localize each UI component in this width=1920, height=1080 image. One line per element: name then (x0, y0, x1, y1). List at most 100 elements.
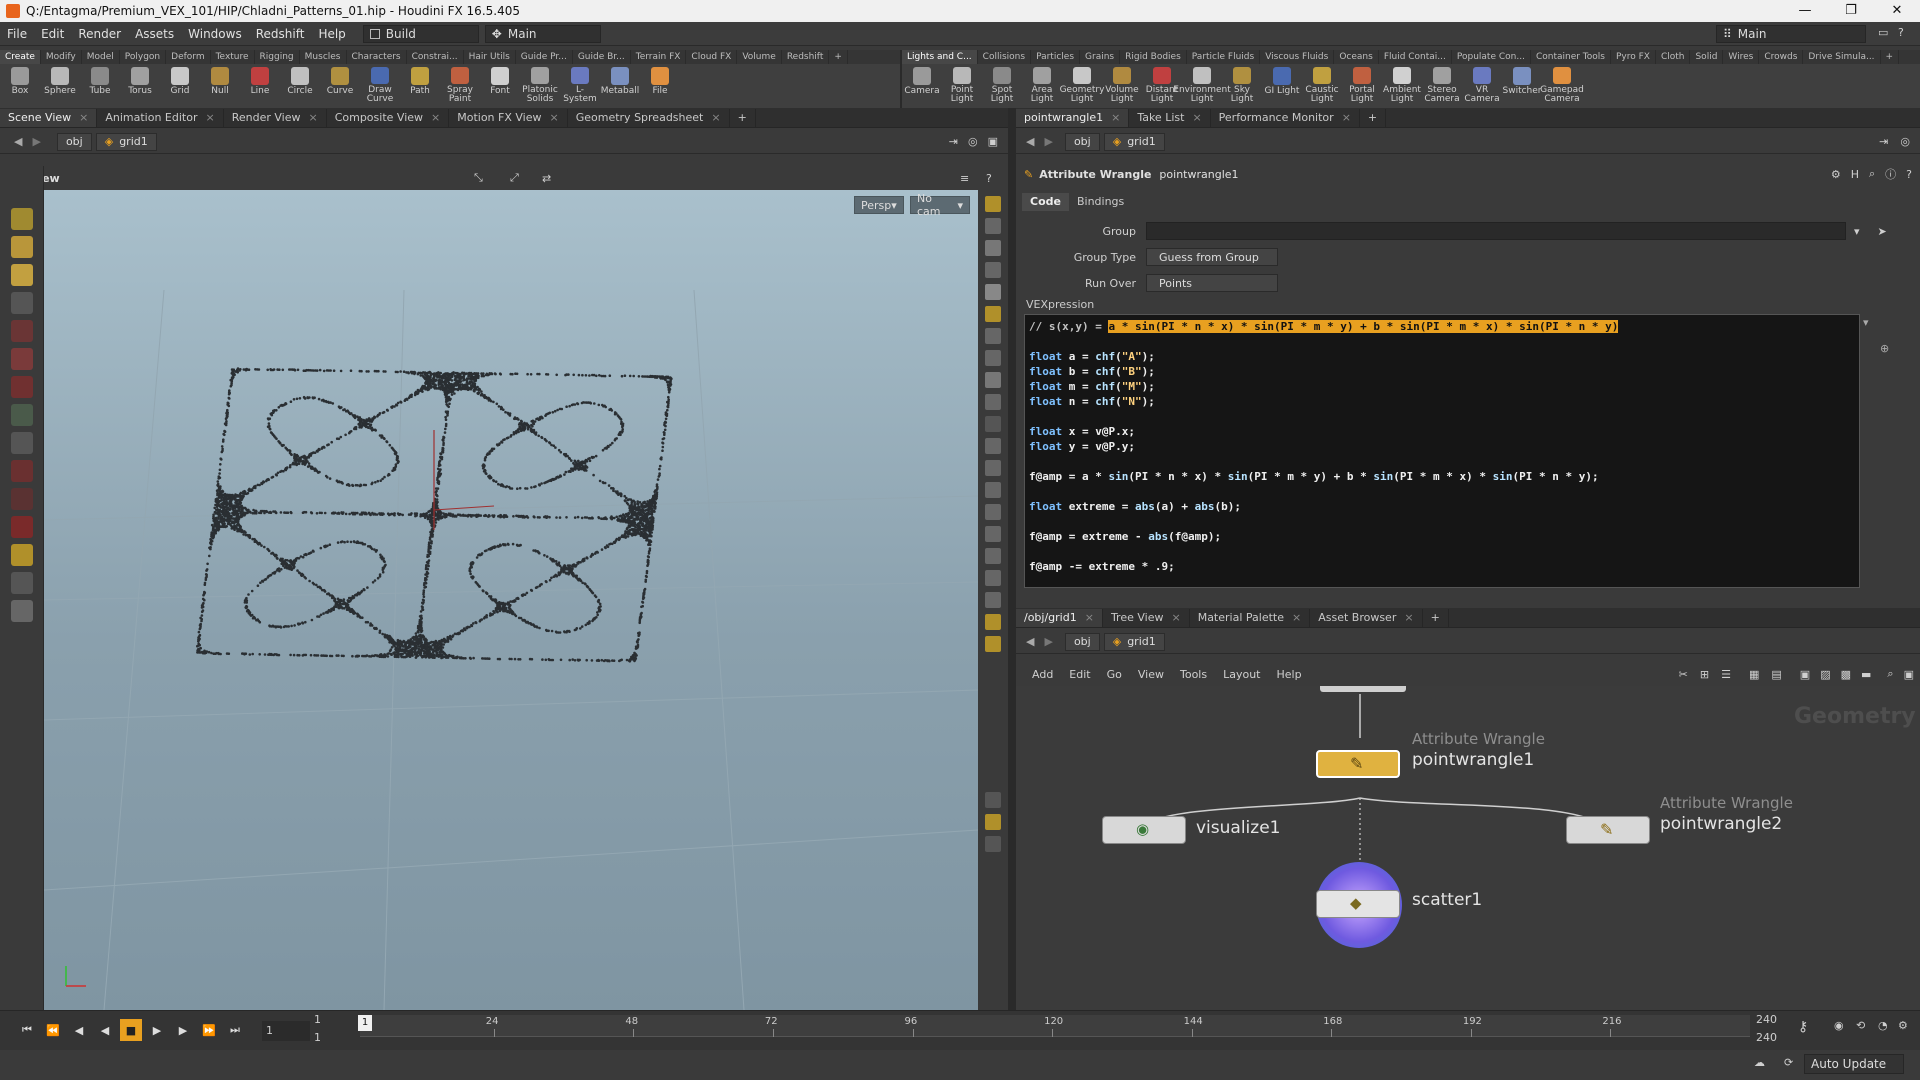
left-shelf-tool[interactable]: Circle (280, 64, 320, 104)
snap-tool-icon[interactable] (11, 488, 33, 510)
map-icon[interactable] (985, 636, 1001, 652)
magnet-tool-icon[interactable] (11, 460, 33, 482)
left-shelf-tab[interactable]: Rigging (255, 50, 300, 64)
box-icon[interactable] (985, 570, 1001, 586)
code-menu-icon[interactable]: ▾ (1863, 316, 1879, 332)
forward-arrow-icon[interactable]: ▶ (32, 135, 40, 148)
right-shelf-tab[interactable]: Oceans (1334, 50, 1379, 64)
info-icon[interactable] (985, 792, 1001, 808)
right-shelf-tool[interactable]: Gamepad Camera (1540, 64, 1584, 104)
left-add-shelf-button[interactable]: + (829, 50, 848, 64)
right-shelf-tab[interactable]: Collisions (978, 50, 1032, 64)
add-tab-button[interactable]: + (730, 109, 756, 127)
menu-edit[interactable]: Edit (34, 22, 71, 46)
left-shelf-tab[interactable]: Hair Utils (464, 50, 516, 64)
path-obj[interactable]: obj (1064, 132, 1100, 151)
left-shelf-tab[interactable]: Guide Pr... (516, 50, 573, 64)
left-shelf-tool[interactable]: L-System (560, 64, 600, 104)
group-dropdown-icon[interactable]: ▾ (1854, 225, 1860, 238)
left-shelf-tool[interactable]: Path (400, 64, 440, 104)
play-button[interactable]: ▶ (146, 1019, 168, 1041)
menu-go[interactable]: Go (1107, 668, 1122, 681)
tab-material-palette[interactable]: Material Palette × (1190, 609, 1311, 627)
back-arrow-icon[interactable]: ◀ (1026, 135, 1034, 148)
camera-tool-icon[interactable] (11, 600, 33, 622)
right-shelf-tab[interactable]: Cloth (1656, 50, 1691, 64)
left-shelf-tab[interactable]: Polygon (120, 50, 167, 64)
left-shelf-tool[interactable]: Sphere (40, 64, 80, 104)
left-shelf-tool[interactable]: Font (480, 64, 520, 104)
hda-icon[interactable]: H (1851, 168, 1859, 181)
right-shelf-tab[interactable]: Pyro FX (1611, 50, 1656, 64)
left-shelf-tab[interactable]: Deform (166, 50, 211, 64)
right-shelf-tool[interactable]: Ambient Light (1382, 64, 1422, 104)
realtime-icon[interactable]: ⟲ (1856, 1019, 1865, 1032)
left-shelf-tool[interactable]: File (640, 64, 680, 104)
right-shelf-tool[interactable]: Spot Light (982, 64, 1022, 104)
display-lights-icon[interactable] (985, 196, 1001, 212)
note-icon[interactable]: ▨ (1820, 668, 1830, 681)
desktop-build-select[interactable]: Build (362, 24, 479, 43)
perspective-select[interactable]: Persp ▾ (854, 196, 904, 214)
ghost-icon[interactable] (985, 218, 1001, 234)
add-spare-parm-icon[interactable]: ⊕ (1880, 342, 1896, 358)
pane-link-icon[interactable]: ▭ (1878, 26, 1888, 39)
grid-toggle-icon[interactable] (985, 548, 1001, 564)
tab-bindings[interactable]: Bindings (1069, 193, 1132, 211)
node-name-field[interactable]: pointwrangle1 (1159, 168, 1238, 181)
timeline-track[interactable]: 24 48 72 96 120 144 168 192 216 (360, 1015, 1750, 1037)
camera-icon[interactable] (985, 262, 1001, 278)
numbers-icon[interactable] (985, 460, 1001, 476)
menu-assets[interactable]: Assets (128, 22, 181, 46)
path-grid1[interactable]: ◈ grid1 (1103, 132, 1165, 151)
tab-composite-view[interactable]: Composite View × (327, 109, 450, 127)
select-mode-icon[interactable]: ⤢ (510, 171, 519, 185)
close-button[interactable]: ✕ (1874, 0, 1920, 22)
network-editor[interactable]: Geometry ✎ Attribute Wrangle pointwrangl… (1016, 686, 1920, 1010)
link-icon[interactable]: ◎ (968, 135, 978, 148)
select-tool-icon[interactable] (11, 208, 33, 230)
maximize-button[interactable]: ❐ (1828, 0, 1874, 22)
help-icon[interactable]: ? (1898, 26, 1904, 39)
lock-icon[interactable] (985, 240, 1001, 256)
folder-icon[interactable]: ▬ (1861, 668, 1871, 681)
left-shelf-tab[interactable]: Create (0, 50, 41, 64)
node-grid1[interactable] (1320, 686, 1406, 692)
prev-key-button[interactable]: ⏪ (42, 1019, 64, 1041)
add-tab-button[interactable]: + (1423, 609, 1449, 627)
right-shelf-tab[interactable]: Viscous Fluids (1260, 50, 1335, 64)
play-reverse-button[interactable]: ◀ (94, 1019, 116, 1041)
group-type-select[interactable]: Guess from Group (1146, 248, 1278, 266)
step-forward-button[interactable]: ▶ (172, 1019, 194, 1041)
help-icon[interactable]: ? (1906, 168, 1912, 181)
settings-icon[interactable]: ⚙ (1898, 1019, 1908, 1032)
tab-animation-editor[interactable]: Animation Editor × (97, 109, 224, 127)
go-end-button[interactable]: ⏭ (224, 1019, 246, 1041)
left-shelf-tool[interactable]: Platonic Solids (520, 64, 560, 104)
right-shelf-tool[interactable]: Sky Light (1222, 64, 1262, 104)
group-input[interactable] (1146, 222, 1846, 240)
right-shelf-tool[interactable]: GI Light (1262, 64, 1302, 104)
tab-network-grid1[interactable]: /obj/grid1 × (1016, 609, 1103, 627)
right-shelf-tab[interactable]: Fluid Contai... (1379, 50, 1452, 64)
left-shelf-tab[interactable]: Constrai... (407, 50, 464, 64)
right-shelf-tab[interactable]: Crowds (1759, 50, 1804, 64)
path-grid1[interactable]: ◈ grid1 (1103, 632, 1165, 651)
wireframe-icon[interactable] (985, 372, 1001, 388)
right-shelf-tool[interactable]: Portal Light (1342, 64, 1382, 104)
pin-point-icon[interactable] (985, 328, 1001, 344)
tab-geometry-spreadsheet[interactable]: Geometry Spreadsheet × (568, 109, 730, 127)
menu-render[interactable]: Render (71, 22, 128, 46)
path-obj[interactable]: obj (56, 132, 92, 151)
update-mode-icon[interactable]: ⟳ (1784, 1056, 1793, 1069)
left-shelf-tab[interactable]: Texture (211, 50, 255, 64)
right-shelf-tool[interactable]: Environment Light (1173, 64, 1231, 104)
right-add-shelf-button[interactable]: + (1881, 50, 1900, 64)
forward-arrow-icon[interactable]: ▶ (1044, 635, 1052, 648)
add-tab-button[interactable]: + (1360, 109, 1387, 127)
right-shelf-tool[interactable]: VR Camera (1462, 64, 1502, 104)
viewer-help-icon[interactable]: ? (986, 172, 992, 185)
left-shelf-tool[interactable]: Metaball (600, 64, 640, 104)
render-tool-icon[interactable] (11, 572, 33, 594)
path-obj[interactable]: obj (1064, 632, 1100, 651)
